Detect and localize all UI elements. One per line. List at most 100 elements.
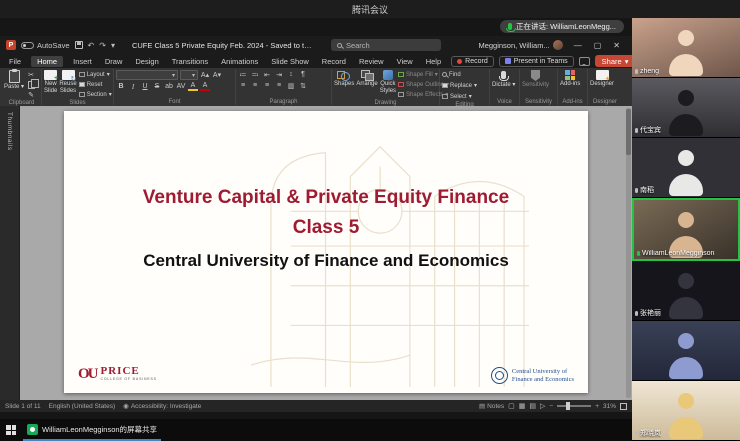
group-label: Add-ins [560, 98, 585, 105]
dictate-button[interactable]: Dictate [492, 70, 515, 89]
quick-styles-button[interactable]: Quick Styles [380, 70, 396, 94]
participant-tile[interactable] [632, 321, 740, 381]
participant-tile[interactable]: 郑晓岚 [632, 381, 740, 441]
layout-button[interactable]: Layout [79, 70, 112, 79]
start-button[interactable] [6, 425, 16, 435]
document-title[interactable]: CUFE Class 5 Private Equity Feb. 2024 - … [132, 41, 312, 50]
tab-animations[interactable]: Animations [218, 56, 261, 67]
close-button[interactable] [607, 41, 626, 50]
underline-button[interactable]: U [140, 82, 150, 91]
align-right-button[interactable] [262, 81, 272, 90]
columns-button[interactable]: ▥ [286, 81, 296, 90]
bullets-button[interactable]: ≔ [238, 70, 248, 79]
slideshow-view-button[interactable] [540, 402, 545, 410]
convert-to-smartart-button[interactable]: ⇅ [298, 81, 308, 90]
qat-dropdown-icon[interactable] [111, 41, 115, 50]
zoom-out-button[interactable] [549, 403, 553, 410]
notes-button[interactable]: Notes [479, 402, 504, 410]
tab-help[interactable]: Help [423, 56, 444, 67]
increase-font-size-button[interactable]: A▴ [200, 71, 210, 80]
font-color-button[interactable]: A [200, 82, 210, 91]
new-slide-button[interactable]: New Slide [44, 70, 57, 94]
text-shadow-button[interactable]: ab [164, 82, 174, 91]
format-painter-button[interactable] [26, 90, 36, 99]
shapes-button[interactable]: Shapes [334, 70, 354, 88]
zoom-in-button[interactable] [595, 403, 599, 410]
save-icon[interactable] [75, 41, 83, 49]
taskbar-meeting-app[interactable]: WilliamLeonMegginson的屏幕共享 [23, 419, 161, 441]
strikethrough-button[interactable]: S [152, 82, 162, 91]
thumbnails-pane[interactable]: Thumbnails [0, 106, 20, 400]
indent-increase-button[interactable]: ⇥ [274, 70, 284, 79]
reading-view-button[interactable] [529, 402, 536, 410]
tab-design[interactable]: Design [132, 56, 161, 67]
share-button[interactable]: Share [595, 55, 636, 67]
minimize-button[interactable] [568, 41, 588, 50]
select-button[interactable]: Select [442, 92, 472, 101]
bold-button[interactable]: B [116, 82, 126, 91]
autosave-toggle[interactable]: AutoSave [21, 41, 70, 50]
find-button[interactable]: Find [442, 70, 461, 79]
designer-button[interactable]: Designer [590, 70, 614, 88]
account-chip[interactable]: Megginson, William... [478, 40, 562, 50]
vertical-scrollbar[interactable] [626, 108, 631, 398]
tab-record[interactable]: Record [319, 56, 349, 67]
reuse-slides-button[interactable]: Reuse Slides [59, 70, 76, 94]
addins-icon [565, 70, 575, 80]
fit-slide-button[interactable] [620, 403, 627, 410]
undo-icon[interactable] [88, 41, 95, 50]
tab-transitions[interactable]: Transitions [169, 56, 211, 67]
participant-tile[interactable]: 张艳丽 [632, 261, 740, 321]
comments-button[interactable] [579, 57, 590, 66]
paste-button[interactable]: Paste [4, 70, 24, 91]
align-center-button[interactable] [250, 81, 260, 90]
italic-button[interactable]: I [128, 82, 138, 91]
tab-draw[interactable]: Draw [102, 56, 126, 67]
line-spacing-button[interactable]: ↕ [286, 70, 296, 79]
reuse-slides-icon [62, 70, 75, 80]
tab-slide-show[interactable]: Slide Show [268, 56, 312, 67]
voice-group: Dictate Voice [490, 69, 520, 105]
participant-tile[interactable]: 南稻 [632, 138, 740, 198]
align-left-button[interactable] [238, 81, 248, 90]
tab-file[interactable]: File [6, 56, 24, 67]
maximize-button[interactable] [588, 41, 608, 50]
copy-button[interactable] [28, 81, 35, 89]
font-size-select[interactable] [180, 70, 198, 80]
section-button[interactable]: Section [79, 90, 112, 99]
slide-sorter-view-button[interactable] [519, 402, 526, 410]
normal-view-button[interactable] [508, 402, 515, 410]
addins-button[interactable]: Add-ins [560, 70, 580, 88]
redo-icon[interactable] [99, 41, 106, 50]
tab-review[interactable]: Review [356, 56, 387, 67]
present-in-teams-button[interactable]: Present in Teams [499, 56, 574, 67]
participant-tile[interactable]: zheng [632, 18, 740, 78]
tab-view[interactable]: View [394, 56, 416, 67]
zoom-slider[interactable] [557, 405, 591, 407]
share-dropdown-icon [625, 57, 629, 66]
reset-button[interactable]: Reset [79, 80, 112, 89]
accessibility-status[interactable]: Accessibility: Investigate [123, 402, 201, 410]
decrease-font-size-button[interactable]: A▾ [212, 71, 222, 80]
arrange-button[interactable]: Arrange [356, 70, 377, 88]
slide[interactable]: Venture Capital & Private Equity Finance… [64, 111, 588, 393]
highlight-color-button[interactable]: A [188, 82, 198, 91]
replace-button[interactable]: Replace [442, 81, 477, 90]
sensitivity-button[interactable]: Sensitivity [522, 70, 549, 89]
drawing-group: Shapes Arrange Quick Styles Shape Fill [332, 69, 440, 105]
participant-tile-speaking[interactable]: WilliamLeonMegginson [632, 198, 740, 261]
indent-decrease-button[interactable]: ⇤ [262, 70, 272, 79]
justify-button[interactable] [274, 81, 284, 90]
character-spacing-button[interactable]: AV [176, 82, 186, 91]
zoom-level[interactable]: 31% [603, 403, 616, 410]
tab-insert[interactable]: Insert [70, 56, 95, 67]
tab-home[interactable]: Home [31, 56, 63, 67]
search-input[interactable]: Search [331, 39, 441, 51]
font-name-select[interactable] [116, 70, 178, 80]
language-indicator[interactable]: English (United States) [49, 403, 115, 410]
mic-icon [635, 431, 638, 436]
numbering-button[interactable]: ≕ [250, 70, 260, 79]
participant-tile[interactable]: 代宝宾 [632, 78, 740, 138]
record-button[interactable]: Record [451, 56, 494, 67]
text-direction-button[interactable]: ¶ [298, 70, 308, 79]
